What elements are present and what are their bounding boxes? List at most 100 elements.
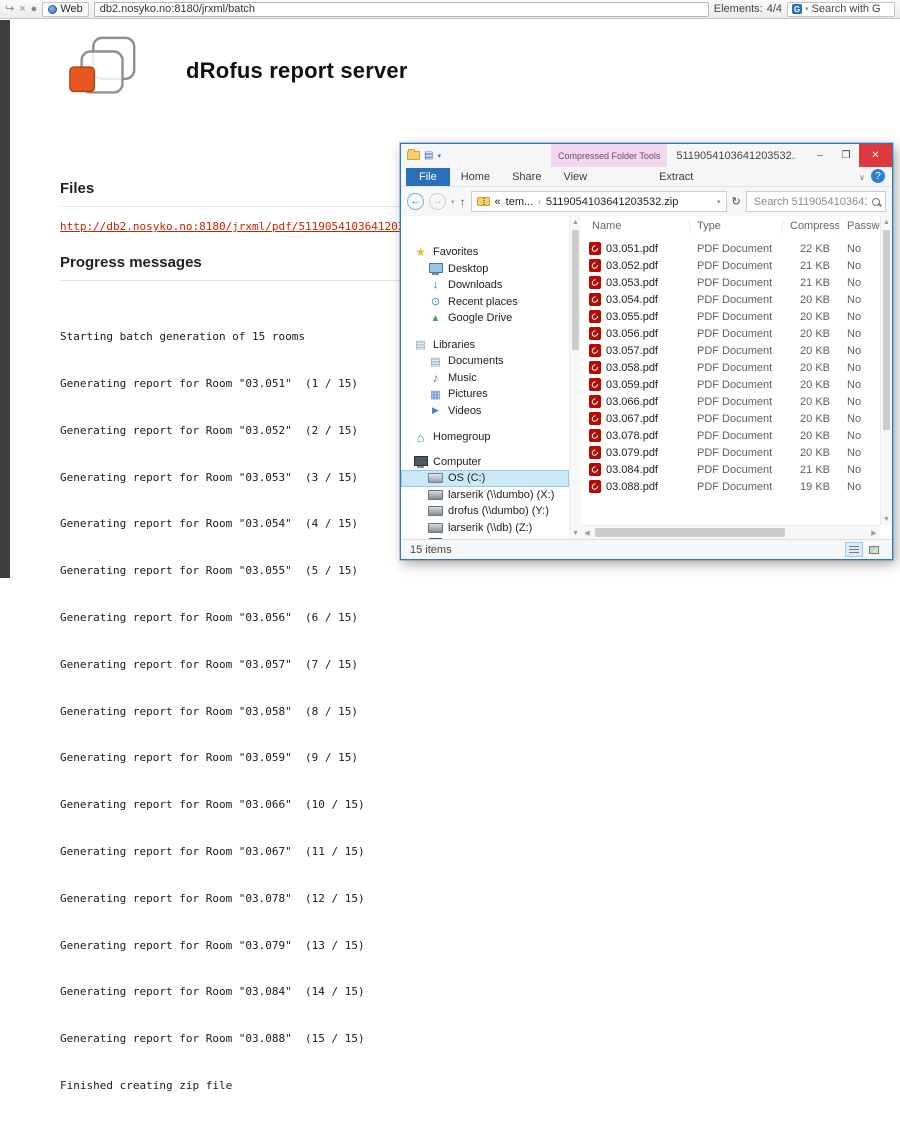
qat-dropdown-icon[interactable] xyxy=(437,152,441,160)
nav-item[interactable]: Music xyxy=(401,370,569,387)
address-bar-input[interactable] xyxy=(94,2,709,17)
tab-share[interactable]: Share xyxy=(501,168,552,186)
chevron-down-icon[interactable] xyxy=(805,5,809,13)
nav-item[interactable]: Computer xyxy=(401,454,569,471)
help-icon[interactable] xyxy=(871,169,885,183)
nav-item[interactable]: larserik (\\dumbo) (X:) xyxy=(401,487,569,504)
nav-item-label: Videos xyxy=(448,405,481,417)
scroll-up-icon[interactable] xyxy=(881,216,892,228)
tab-extract[interactable]: Extract xyxy=(648,168,704,186)
file-row[interactable]: 03.066.pdf PDF Document 20 KB No xyxy=(581,393,880,410)
nav-scrollbar[interactable] xyxy=(569,216,581,539)
file-row[interactable]: 03.054.pdf PDF Document 20 KB No xyxy=(581,291,880,308)
nav-item[interactable]: Recent places xyxy=(401,294,569,311)
nav-item[interactable]: OS (C:) xyxy=(401,470,569,487)
nav-item-label: Pictures xyxy=(448,388,488,400)
close-icon[interactable]: × xyxy=(19,4,25,15)
maximize-button[interactable] xyxy=(833,144,859,167)
nav-item[interactable]: Downloads xyxy=(401,277,569,294)
address-dropdown-icon[interactable] xyxy=(717,198,721,206)
minimize-button[interactable] xyxy=(807,144,833,167)
nav-item[interactable]: Desktop xyxy=(401,261,569,278)
nav-item[interactable]: Documents xyxy=(401,353,569,370)
browser-search-box[interactable]: Search with G xyxy=(787,2,895,17)
elements-value: 4/4 xyxy=(767,3,782,15)
nav-item-label: drofus (\\dumbo) (Y:) xyxy=(448,505,549,517)
column-header[interactable]: Password xyxy=(840,219,880,233)
breadcrumb-parent[interactable]: tem... xyxy=(506,196,534,208)
scrollbar-thumb[interactable] xyxy=(883,230,890,430)
explorer-search-input[interactable] xyxy=(752,195,869,209)
up-button[interactable] xyxy=(460,195,466,209)
file-name: 03.054.pdf xyxy=(606,294,658,306)
breadcrumb[interactable]: « tem... 5119054103641203532.zip xyxy=(471,191,727,212)
file-row[interactable]: 03.052.pdf PDF Document 21 KB No xyxy=(581,257,880,274)
thumbnails-view-button[interactable] xyxy=(865,542,883,557)
browser-toolbar: ↪ × ● Web Elements: 4/4 Search with G xyxy=(0,0,900,19)
scroll-right-icon[interactable] xyxy=(868,526,880,539)
nav-item[interactable]: drofus (\\dumbo) (Y:) xyxy=(401,503,569,520)
file-row[interactable]: 03.053.pdf PDF Document 21 KB No xyxy=(581,274,880,291)
file-row[interactable]: 03.057.pdf PDF Document 20 KB No xyxy=(581,342,880,359)
column-header[interactable]: Name xyxy=(585,219,690,233)
nav-item[interactable]: Homegroup xyxy=(401,429,569,446)
scroll-down-icon[interactable] xyxy=(570,527,581,539)
nav-item[interactable]: Pictures xyxy=(401,386,569,403)
tab-file[interactable]: File xyxy=(406,168,450,186)
file-row[interactable]: 03.079.pdf PDF Document 20 KB No xyxy=(581,444,880,461)
pdf-icon xyxy=(589,327,601,340)
file-row[interactable]: 03.055.pdf PDF Document 20 KB No xyxy=(581,308,880,325)
file-row[interactable]: 03.088.pdf PDF Document 19 KB No xyxy=(581,478,880,495)
scrollbar-thumb[interactable] xyxy=(572,230,579,350)
refresh-icon[interactable] xyxy=(732,195,741,208)
title-bar[interactable]: Compressed Folder Tools 5119054103641203… xyxy=(401,144,892,167)
redo-arrow-icon[interactable]: ↪ xyxy=(5,4,14,15)
nav-item[interactable]: Favorites xyxy=(401,244,569,261)
history-dropdown-icon[interactable] xyxy=(451,198,455,206)
list-horizontal-scrollbar[interactable] xyxy=(581,525,880,539)
zip-download-link[interactable]: http://db2.nosyko.no:8180/jrxml/pdf/5119… xyxy=(60,220,451,233)
explorer-search-box[interactable] xyxy=(746,191,886,212)
pdf-icon xyxy=(589,480,601,493)
file-row[interactable]: 03.059.pdf PDF Document 20 KB No xyxy=(581,376,880,393)
nav-item[interactable]: larserik (\\db) (Z:) xyxy=(401,520,569,537)
nav-item-label: Google Drive xyxy=(448,312,512,324)
file-compressed-size: 21 KB xyxy=(783,260,840,272)
expand-ribbon-icon[interactable] xyxy=(859,173,865,182)
nav-item[interactable]: Google Drive xyxy=(401,310,569,327)
list-vertical-scrollbar[interactable] xyxy=(880,216,892,525)
web-mode-button[interactable]: Web xyxy=(42,2,88,17)
details-view-button[interactable] xyxy=(845,542,863,557)
pdf-icon xyxy=(589,429,601,442)
nav-item-label: larserik (\\dumbo) (X:) xyxy=(448,489,554,501)
forward-button[interactable] xyxy=(429,193,446,210)
properties-icon[interactable] xyxy=(424,150,433,161)
file-row[interactable]: 03.051.pdf PDF Document 22 KB No xyxy=(581,240,880,257)
file-row[interactable]: 03.058.pdf PDF Document 20 KB No xyxy=(581,359,880,376)
file-compressed-size: 19 KB xyxy=(783,481,840,493)
column-header[interactable]: Type xyxy=(690,219,783,233)
file-row[interactable]: 03.084.pdf PDF Document 21 KB No xyxy=(581,461,880,478)
close-button[interactable] xyxy=(859,144,892,167)
back-button[interactable] xyxy=(407,193,424,210)
breadcrumb-overflow[interactable]: « xyxy=(495,196,501,208)
scroll-down-icon[interactable] xyxy=(881,513,892,525)
scroll-up-icon[interactable] xyxy=(570,216,581,228)
scrollbar-thumb[interactable] xyxy=(595,528,785,537)
record-icon[interactable]: ● xyxy=(31,4,38,15)
file-compressed-size: 21 KB xyxy=(783,277,840,289)
nav-item[interactable]: Libraries xyxy=(401,337,569,354)
breadcrumb-current[interactable]: 5119054103641203532.zip xyxy=(546,196,679,208)
file-type: PDF Document xyxy=(690,481,783,493)
tab-home[interactable]: Home xyxy=(450,168,501,186)
file-row[interactable]: 03.078.pdf PDF Document 20 KB No xyxy=(581,427,880,444)
column-header[interactable]: Compress... xyxy=(783,219,840,233)
file-name: 03.079.pdf xyxy=(606,447,658,459)
file-compressed-size: 20 KB xyxy=(783,447,840,459)
file-row[interactable]: 03.067.pdf PDF Document 20 KB No xyxy=(581,410,880,427)
nav-item[interactable]: Videos xyxy=(401,403,569,420)
netdrive-icon xyxy=(428,521,443,535)
tab-view[interactable]: View xyxy=(552,168,598,186)
file-row[interactable]: 03.056.pdf PDF Document 20 KB No xyxy=(581,325,880,342)
scroll-left-icon[interactable] xyxy=(581,526,593,539)
